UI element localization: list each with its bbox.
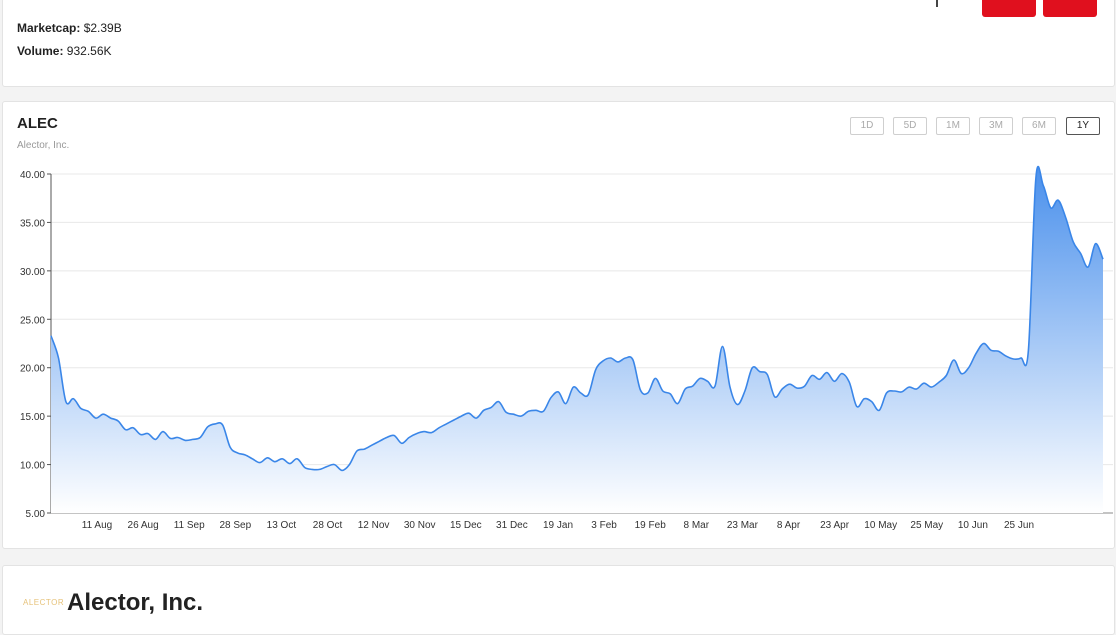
x-tick-label: 19 Jan: [543, 520, 573, 531]
x-tick-label: 10 May: [864, 520, 897, 531]
x-tick-label: 23 Apr: [820, 520, 850, 531]
company-profile-card: ALECTOR Alector, Inc.: [2, 565, 1115, 635]
marketcap-stat: Marketcap: $2.39B: [17, 21, 122, 35]
stock-chart-card: ALEC Alector, Inc. 1D 5D 1M 3M 6M 1Y 5.0…: [2, 101, 1115, 549]
x-tick-label: 3 Feb: [591, 520, 617, 531]
x-tick-label: 25 Jun: [1004, 520, 1034, 531]
x-tick-label: 28 Oct: [313, 520, 343, 531]
x-tick-label: 23 Mar: [727, 520, 759, 531]
marketcap-label: Marketcap:: [17, 21, 81, 35]
x-tick-label: 11 Aug: [82, 520, 112, 531]
y-tick-label: 5.00: [26, 509, 46, 520]
marketcap-value: $2.39B: [83, 21, 122, 35]
volume-value: 932.56K: [66, 44, 112, 58]
action-button-2[interactable]: [1043, 0, 1097, 17]
volume-stat: Volume: 932.56K: [17, 44, 112, 58]
x-tick-label: 28 Sep: [219, 520, 251, 531]
x-tick-label: 8 Mar: [684, 520, 710, 531]
x-tick-label: 15 Dec: [450, 520, 482, 531]
volume-label: Volume:: [17, 44, 64, 58]
action-button-1[interactable]: [982, 0, 1036, 17]
x-tick-label: 25 May: [910, 520, 943, 531]
x-tick-label: 13 Oct: [267, 520, 297, 531]
y-tick-label: 25.00: [20, 315, 45, 326]
divider-mark: [936, 0, 938, 7]
y-tick-label: 20.00: [20, 364, 45, 375]
price-chart: 5.00 10.00 15.00 20.00 25.00 30.00 35.00 40.00 1…: [20, 165, 1113, 531]
x-tick-label: 31 Dec: [496, 520, 528, 531]
x-tick-label: 10 Jun: [958, 520, 988, 531]
x-tick-label: 26 Aug: [128, 520, 159, 531]
x-tick-label: 19 Feb: [635, 520, 667, 531]
x-tick-label: 11 Sep: [174, 520, 205, 531]
x-tick-label: 8 Apr: [777, 520, 801, 531]
stats-card: Marketcap: $2.39B Volume: 932.56K: [2, 0, 1115, 87]
y-tick-label: 15.00: [20, 412, 45, 423]
price-area: [51, 166, 1103, 513]
company-logo: ALECTOR: [23, 598, 65, 607]
y-tick-label: 40.00: [20, 170, 45, 181]
x-tick-label: 30 Nov: [404, 520, 436, 531]
y-tick-label: 35.00: [20, 218, 45, 229]
company-name-heading: Alector, Inc.: [67, 589, 204, 616]
x-tick-label: 12 Nov: [358, 520, 390, 531]
y-tick-label: 30.00: [20, 267, 45, 278]
y-tick-label: 10.00: [20, 461, 45, 472]
